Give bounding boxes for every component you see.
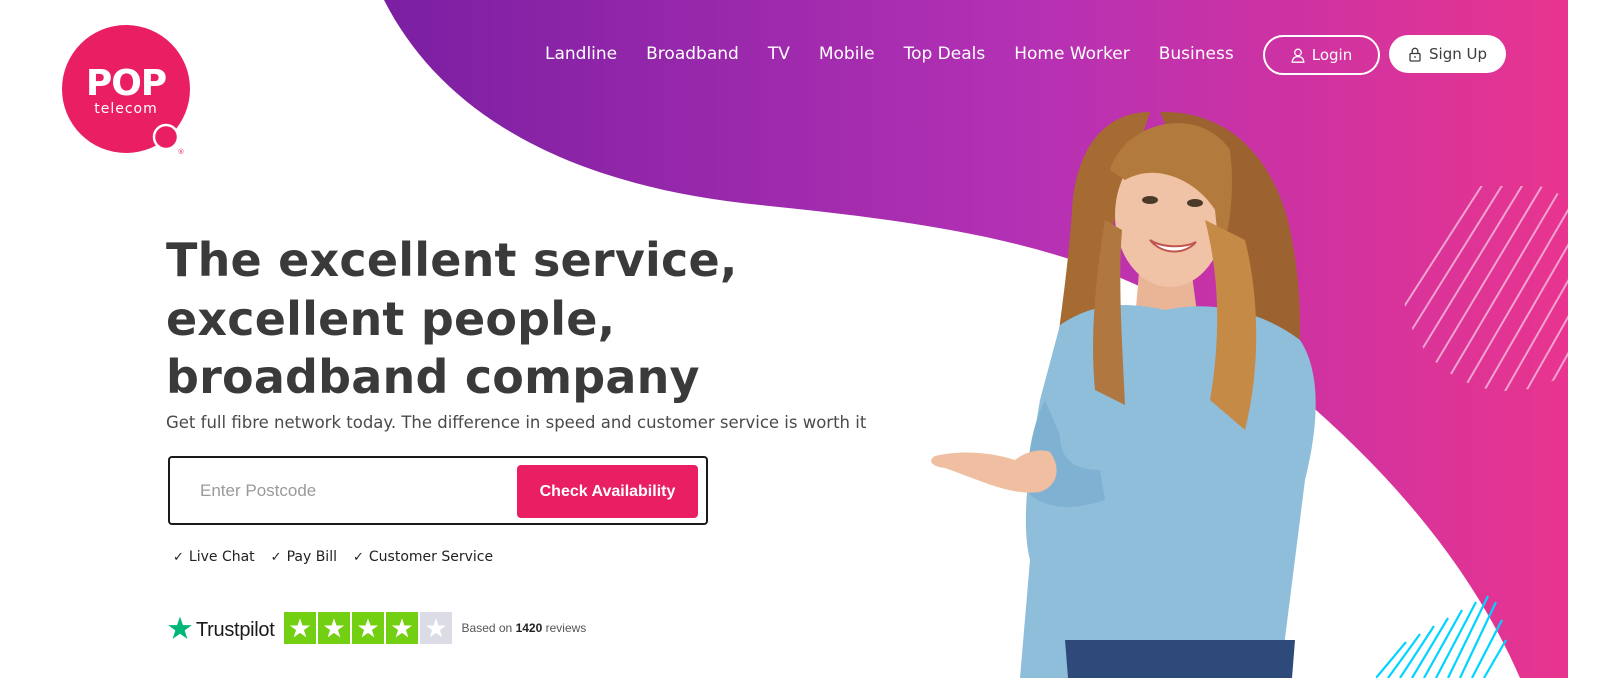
logo-word: POP bbox=[86, 63, 166, 104]
decorative-hatch-pattern bbox=[1403, 186, 1568, 391]
quick-link-label: Live Chat bbox=[188, 549, 255, 565]
headline-line-2: excellent people, bbox=[166, 291, 616, 346]
user-icon bbox=[1291, 48, 1305, 63]
rating-star-filled bbox=[317, 612, 350, 644]
trustpilot-star-icon bbox=[168, 616, 192, 640]
reviews-label: reviews bbox=[545, 621, 587, 635]
login-label: Login bbox=[1311, 46, 1353, 64]
star-icon bbox=[391, 618, 412, 638]
nav-mobile[interactable]: Mobile bbox=[819, 40, 875, 68]
woman-presenting-photo bbox=[931, 111, 1316, 678]
trustpilot-logo: Trustpilot bbox=[167, 615, 275, 642]
headline-line-1: The excellent service, bbox=[166, 233, 738, 287]
check-icon: ✓ bbox=[352, 549, 364, 565]
postcode-input[interactable] bbox=[180, 470, 522, 512]
logo-subtext: telecom bbox=[94, 101, 158, 117]
page: POP telecom ® Landline Broadband TV Mobi… bbox=[0, 0, 1568, 678]
login-button[interactable]: Login bbox=[1263, 35, 1380, 75]
hero-headline: The excellent service, excellent people,… bbox=[166, 231, 786, 407]
based-on-label: Based on bbox=[461, 621, 513, 635]
rating-star-filled bbox=[283, 612, 316, 644]
pop-telecom-logo[interactable]: POP telecom ® bbox=[62, 25, 192, 155]
nav-business[interactable]: Business bbox=[1159, 40, 1234, 68]
review-count: 1420 bbox=[515, 621, 543, 635]
quick-links: ✓ Live Chat ✓ Pay Bill ✓ Customer Servic… bbox=[173, 549, 493, 565]
quick-link-pay-bill[interactable]: ✓ Pay Bill bbox=[271, 549, 337, 565]
nav-top-deals[interactable]: Top Deals bbox=[904, 40, 986, 68]
trustpilot-review-count: Based on 1420 reviews bbox=[462, 621, 587, 635]
rating-star-filled bbox=[385, 612, 418, 644]
trustpilot-name: Trustpilot bbox=[196, 618, 275, 641]
check-availability-button[interactable]: Check Availability bbox=[517, 465, 698, 518]
main-nav: Landline Broadband TV Mobile Top Deals H… bbox=[545, 40, 1234, 68]
hero-subhead: Get full fibre network today. The differ… bbox=[166, 413, 867, 432]
star-icon bbox=[289, 618, 310, 638]
nav-home-worker[interactable]: Home Worker bbox=[1014, 40, 1130, 68]
star-icon bbox=[323, 618, 344, 638]
trustpilot-widget[interactable]: Trustpilot Based on 1420 reviews bbox=[167, 611, 586, 645]
postcode-form: Check Availability bbox=[168, 456, 708, 525]
rating-star-filled bbox=[351, 612, 384, 644]
check-icon: ✓ bbox=[270, 549, 282, 565]
lock-icon bbox=[1408, 47, 1422, 62]
star-icon bbox=[357, 618, 378, 638]
nav-broadband[interactable]: Broadband bbox=[646, 40, 739, 68]
signup-label: Sign Up bbox=[1429, 45, 1487, 63]
registered-mark: ® bbox=[178, 148, 185, 155]
decorative-cyan-lines bbox=[1376, 595, 1507, 678]
rating-star-empty bbox=[419, 612, 452, 644]
nav-landline[interactable]: Landline bbox=[545, 40, 617, 68]
star-icon bbox=[425, 618, 446, 638]
signup-button[interactable]: Sign Up bbox=[1389, 35, 1506, 73]
quick-link-label: Customer Service bbox=[368, 549, 494, 565]
trustpilot-rating-stars bbox=[283, 612, 452, 644]
check-icon: ✓ bbox=[173, 549, 184, 565]
headline-line-3: broadband company bbox=[166, 350, 700, 404]
quick-link-live-chat[interactable]: ✓ Live Chat bbox=[173, 549, 255, 565]
quick-link-label: Pay Bill bbox=[286, 549, 337, 565]
quick-link-customer-service[interactable]: ✓ Customer Service bbox=[353, 549, 493, 565]
nav-tv[interactable]: TV bbox=[768, 40, 790, 68]
